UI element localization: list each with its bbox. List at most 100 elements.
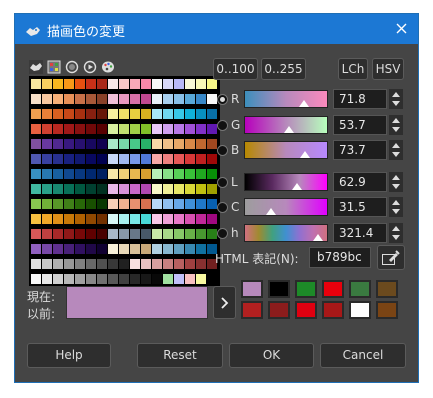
palette-swatch[interactable] <box>108 124 118 134</box>
history-swatch[interactable] <box>295 280 317 298</box>
palette-swatch[interactable] <box>196 139 206 149</box>
palette-swatch[interactable] <box>31 229 41 239</box>
history-swatch[interactable] <box>241 301 263 319</box>
palette-swatch[interactable] <box>119 169 129 179</box>
palette-swatch[interactable] <box>97 229 107 239</box>
palette-swatch[interactable] <box>108 199 118 209</box>
palette-swatch[interactable] <box>174 199 184 209</box>
palette-swatch[interactable] <box>42 244 52 254</box>
play-circle-icon[interactable] <box>83 59 97 74</box>
palette-swatch[interactable] <box>64 199 74 209</box>
palette-swatch[interactable] <box>108 274 118 284</box>
help-button[interactable]: Help <box>27 343 111 368</box>
palette-swatch[interactable] <box>174 184 184 194</box>
palette-swatch[interactable] <box>207 79 217 89</box>
palette-swatch[interactable] <box>196 154 206 164</box>
palette-swatch[interactable] <box>64 154 74 164</box>
palette-swatch[interactable] <box>174 259 184 269</box>
palette-swatch[interactable] <box>130 274 140 284</box>
channel-radio-g[interactable] <box>217 119 228 131</box>
cancel-button[interactable]: Cancel <box>320 343 406 368</box>
palette-swatch[interactable] <box>119 124 129 134</box>
palette-swatch[interactable] <box>86 139 96 149</box>
palette-swatch[interactable] <box>75 154 85 164</box>
spin-up-icon[interactable] <box>392 92 400 97</box>
palette-swatch[interactable] <box>31 184 41 194</box>
palette-swatch[interactable] <box>163 94 173 104</box>
history-swatch[interactable] <box>322 301 344 319</box>
palette-swatch[interactable] <box>86 274 96 284</box>
palette-swatch[interactable] <box>130 154 140 164</box>
palette-swatch[interactable] <box>119 229 129 239</box>
palette-swatch[interactable] <box>108 94 118 104</box>
channel-spin-r[interactable] <box>389 89 403 109</box>
palette-swatch[interactable] <box>64 109 74 119</box>
palette-swatch[interactable] <box>141 274 151 284</box>
palette-swatch[interactable] <box>42 199 52 209</box>
palette-swatch[interactable] <box>86 184 96 194</box>
palette-swatch[interactable] <box>163 229 173 239</box>
spin-down-icon[interactable] <box>392 209 400 214</box>
palette-swatch[interactable] <box>75 184 85 194</box>
range-0-255-button[interactable]: 0..255 <box>261 58 306 80</box>
palette-swatch[interactable] <box>141 199 151 209</box>
palette-swatch[interactable] <box>119 259 129 269</box>
palette-swatch[interactable] <box>64 94 74 104</box>
palette-swatch[interactable] <box>42 169 52 179</box>
palette-swatch[interactable] <box>130 94 140 104</box>
palette-swatch[interactable] <box>75 199 85 209</box>
palette-swatch[interactable] <box>31 79 41 89</box>
palette-swatch[interactable] <box>53 199 63 209</box>
palette-swatch[interactable] <box>141 154 151 164</box>
slider-thumb[interactable] <box>291 182 302 190</box>
channel-value-c[interactable]: 31.5 <box>333 197 387 217</box>
palette-swatch[interactable] <box>163 214 173 224</box>
palette-swatch[interactable] <box>152 244 162 254</box>
palette-swatch[interactable] <box>119 214 129 224</box>
palette-swatch[interactable] <box>119 274 129 284</box>
palette-swatch[interactable] <box>75 259 85 269</box>
html-notation-input[interactable]: b789bc <box>309 247 371 268</box>
palette-swatch[interactable] <box>31 94 41 104</box>
palette-swatch[interactable] <box>53 139 63 149</box>
slider-thumb[interactable] <box>265 208 276 215</box>
palette-icon[interactable] <box>47 59 61 74</box>
palette-swatch[interactable] <box>196 199 206 209</box>
palette-swatch[interactable] <box>174 154 184 164</box>
palette-swatch[interactable] <box>163 169 173 179</box>
palette-swatch[interactable] <box>207 184 217 194</box>
channel-spin-l[interactable] <box>389 171 403 192</box>
palette-swatch[interactable] <box>196 184 206 194</box>
palette-swatch[interactable] <box>152 274 162 284</box>
ok-button[interactable]: OK <box>229 343 314 368</box>
channel-radio-b[interactable] <box>217 145 228 156</box>
palette-swatch[interactable] <box>130 169 140 179</box>
palette-swatch[interactable] <box>207 94 217 104</box>
channel-value-l[interactable]: 62.9 <box>333 171 387 192</box>
palette-swatch[interactable] <box>108 154 118 164</box>
spin-down-icon[interactable] <box>392 101 400 106</box>
palette-swatch[interactable] <box>97 184 107 194</box>
channel-value-r[interactable]: 71.8 <box>333 89 387 109</box>
palette-swatch[interactable] <box>75 124 85 134</box>
palette-swatch[interactable] <box>64 169 74 179</box>
palette-swatch[interactable] <box>196 229 206 239</box>
palette-swatch[interactable] <box>86 199 96 209</box>
history-swatch[interactable] <box>268 280 290 298</box>
palette-swatch[interactable] <box>108 79 118 89</box>
palette-swatch[interactable] <box>141 214 151 224</box>
spin-down-icon[interactable] <box>392 234 400 240</box>
palette-swatch[interactable] <box>185 244 195 254</box>
palette-swatch[interactable] <box>53 169 63 179</box>
palette-swatch[interactable] <box>141 124 151 134</box>
palette-swatch[interactable] <box>130 124 140 134</box>
palette-swatch[interactable] <box>207 199 217 209</box>
palette-swatch[interactable] <box>42 274 52 284</box>
palette-swatch[interactable] <box>42 154 52 164</box>
palette-swatch[interactable] <box>31 124 41 134</box>
palette-swatch[interactable] <box>97 79 107 89</box>
palette-swatch[interactable] <box>86 259 96 269</box>
palette-swatch[interactable] <box>53 259 63 269</box>
spin-up-icon[interactable] <box>392 143 400 148</box>
history-swatch[interactable] <box>376 280 398 298</box>
